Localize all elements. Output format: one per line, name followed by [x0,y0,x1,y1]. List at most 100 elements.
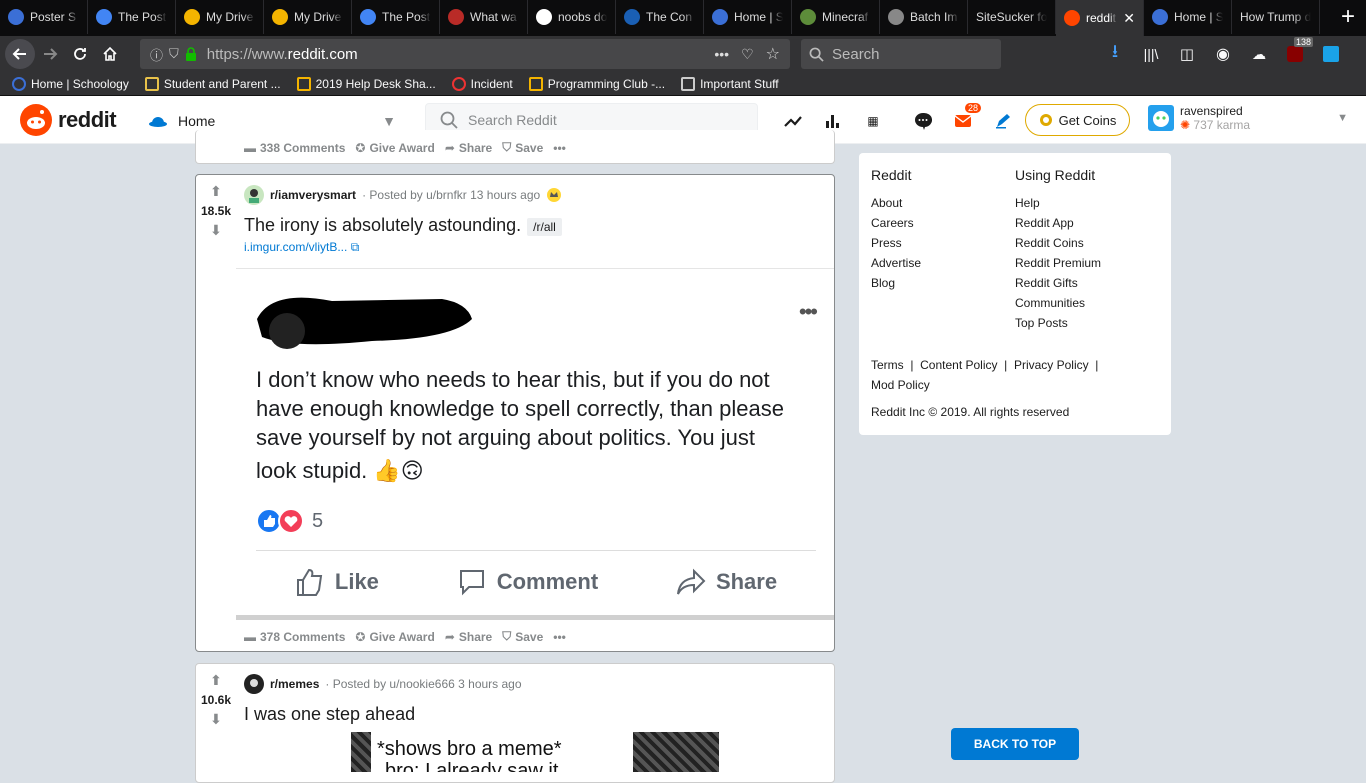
more-options-icon[interactable]: ••• [799,299,818,325]
url-bar[interactable]: ⓘ ⛉ https://www.reddit.com ••• ♡ ☆ [140,39,790,69]
subreddit-link[interactable]: r/iamverysmart [270,188,356,202]
post-card[interactable]: ▬ 338 Comments ✪ Give Award ➦ Share ⛉ Save •… [195,130,835,164]
fb-like: Like [295,567,379,597]
browser-tab[interactable]: The Con [616,0,704,34]
post-card[interactable]: ⬆ 18.5k ⬇ r/iamverysmart · Posted by u/b… [195,174,835,652]
menu-icon[interactable]: ≡ [1362,39,1366,69]
footer-link[interactable]: Reddit Coins [1015,233,1101,253]
browser-tab[interactable]: What wa [440,0,528,34]
extension-icon[interactable]: ☁ [1244,39,1274,69]
browser-tab[interactable]: The Post [352,0,440,34]
upvote-icon[interactable]: ⬆ [210,672,222,689]
browser-search-bar[interactable]: Search [801,39,1001,69]
browser-tab[interactable]: How Trump d [1232,0,1320,34]
downvote-icon[interactable]: ⬇ [210,711,222,728]
footer-link[interactable]: Reddit Gifts [1015,273,1101,293]
posted-by[interactable]: · Posted by u/nookie666 3 hours ago [325,677,521,691]
chat-button[interactable] [910,108,936,134]
post-title[interactable]: I was one step ahead [244,704,415,725]
bookmark-item[interactable]: Programming Club -... [528,76,665,91]
mod-policy-link[interactable]: Mod Policy [871,378,930,392]
comments-button[interactable]: ▬ 338 Comments [244,141,345,155]
browser-tab[interactable]: The Post [88,0,176,34]
close-tab-icon[interactable]: ✕ [1123,10,1135,27]
content-policy-link[interactable]: Content Policy [920,358,997,372]
library-icon[interactable]: |||\ [1136,39,1166,69]
schoology-icon [712,9,728,25]
bookmark-item[interactable]: Home | Schoology [12,76,129,91]
posted-by[interactable]: · Posted by u/brnfkr 13 hours ago [362,188,540,202]
copyright: Reddit Inc © 2019. All rights reserved [871,405,1070,419]
footer-link[interactable]: Communities [1015,293,1101,313]
post-link[interactable]: i.imgur.com/vliytB... ⧉ [244,240,359,255]
pocket-icon[interactable]: ♡ [741,46,754,63]
sidebar-icon[interactable]: ◫ [1172,39,1202,69]
download-icon[interactable]: ⭳ [1100,39,1130,69]
shield-icon[interactable]: ⛉ [169,46,179,62]
browser-tab[interactable]: Poster S [0,0,88,34]
footer-link[interactable]: Help [1015,193,1101,213]
footer-link[interactable]: Blog [871,273,921,293]
browser-tab[interactable]: Home | S [704,0,792,34]
forward-button[interactable] [35,39,65,69]
reddit-live-button[interactable]: ▦ [860,108,886,134]
upvote-icon[interactable]: ⬆ [210,183,222,200]
page-actions-icon[interactable]: ••• [714,46,729,62]
subreddit-link[interactable]: r/memes [270,677,319,691]
save-button[interactable]: ⛉ Save [502,629,543,644]
bookmark-item[interactable]: Student and Parent ... [144,76,281,91]
reddit-logo[interactable]: reddit [20,104,117,136]
footer-link[interactable]: Press [871,233,921,253]
chevron-down-icon: ▼ [1337,112,1348,124]
info-icon[interactable]: ⓘ [150,45,163,64]
browser-tab[interactable]: Batch Im [880,0,968,34]
browser-tab[interactable]: My Drive [176,0,264,34]
more-options-icon[interactable]: ••• [553,141,566,155]
reload-button[interactable] [65,39,95,69]
share-button[interactable]: ➦ Share [445,141,492,155]
browser-tab[interactable]: Minecraf [792,0,880,34]
browser-tab[interactable]: noobs do [528,0,616,34]
bookmark-item[interactable]: 2019 Help Desk Sha... [296,76,436,91]
mail-button[interactable]: 28 [950,102,983,134]
account-icon[interactable]: ◉ [1208,39,1238,69]
browser-tab[interactable]: SiteSucker fo [968,0,1056,34]
back-button[interactable] [5,39,35,69]
footer-link[interactable]: Top Posts [1015,313,1101,333]
browser-tab[interactable]: My Drive [264,0,352,34]
browser-tab[interactable]: reddit ✕ [1056,0,1144,36]
footer-link[interactable]: Reddit App [1015,213,1101,233]
share-icon: ➦ [444,140,455,155]
footer-link[interactable]: Careers [871,213,921,233]
post-image[interactable]: *shows bro a meme* bro: I already saw it [351,732,719,772]
reddit-icon [1064,10,1080,26]
terms-link[interactable]: Terms [871,358,904,372]
user-menu[interactable]: ravenspired ✺ 737 karma ▼ [1148,104,1348,132]
create-post-button[interactable] [990,108,1016,134]
save-button[interactable]: ⛉ Save [502,140,543,155]
post-card[interactable]: ⬆ 10.6k ⬇ r/memes · Posted by u/nookie66… [195,663,835,783]
home-button[interactable] [95,39,125,69]
post-flair[interactable]: /r/all [527,218,562,236]
bookmark-item[interactable]: Important Stuff [681,76,779,91]
footer-link[interactable]: Reddit Premium [1015,253,1101,273]
browser-tab[interactable]: Home | S [1144,0,1232,34]
bookmark-star-icon[interactable]: ☆ [766,44,780,64]
new-tab-button[interactable]: + [1330,0,1366,34]
footer-link[interactable]: Advertise [871,253,921,273]
bookmark-item[interactable]: Incident [451,76,513,91]
comments-button[interactable]: ▬ 378 Comments [244,630,345,644]
privacy-policy-link[interactable]: Privacy Policy [1014,358,1089,372]
extension-blue-icon[interactable] [1316,39,1346,69]
downvote-icon[interactable]: ⬇ [210,222,222,239]
give-award-button[interactable]: ✪ Give Award [355,630,434,644]
post-title[interactable]: The irony is absolutely astounding./r/al… [244,215,562,236]
vote-count: 10.6k [200,693,232,707]
give-award-button[interactable]: ✪ Give Award [355,141,434,155]
back-to-top-button[interactable]: BACK TO TOP [951,728,1079,760]
more-options-icon[interactable]: ••• [553,630,566,644]
footer-link[interactable]: About [871,193,921,213]
ublock-icon[interactable]: 138 [1280,37,1314,69]
get-coins-button[interactable]: Get Coins [1025,104,1130,136]
share-button[interactable]: ➦ Share [445,630,492,644]
